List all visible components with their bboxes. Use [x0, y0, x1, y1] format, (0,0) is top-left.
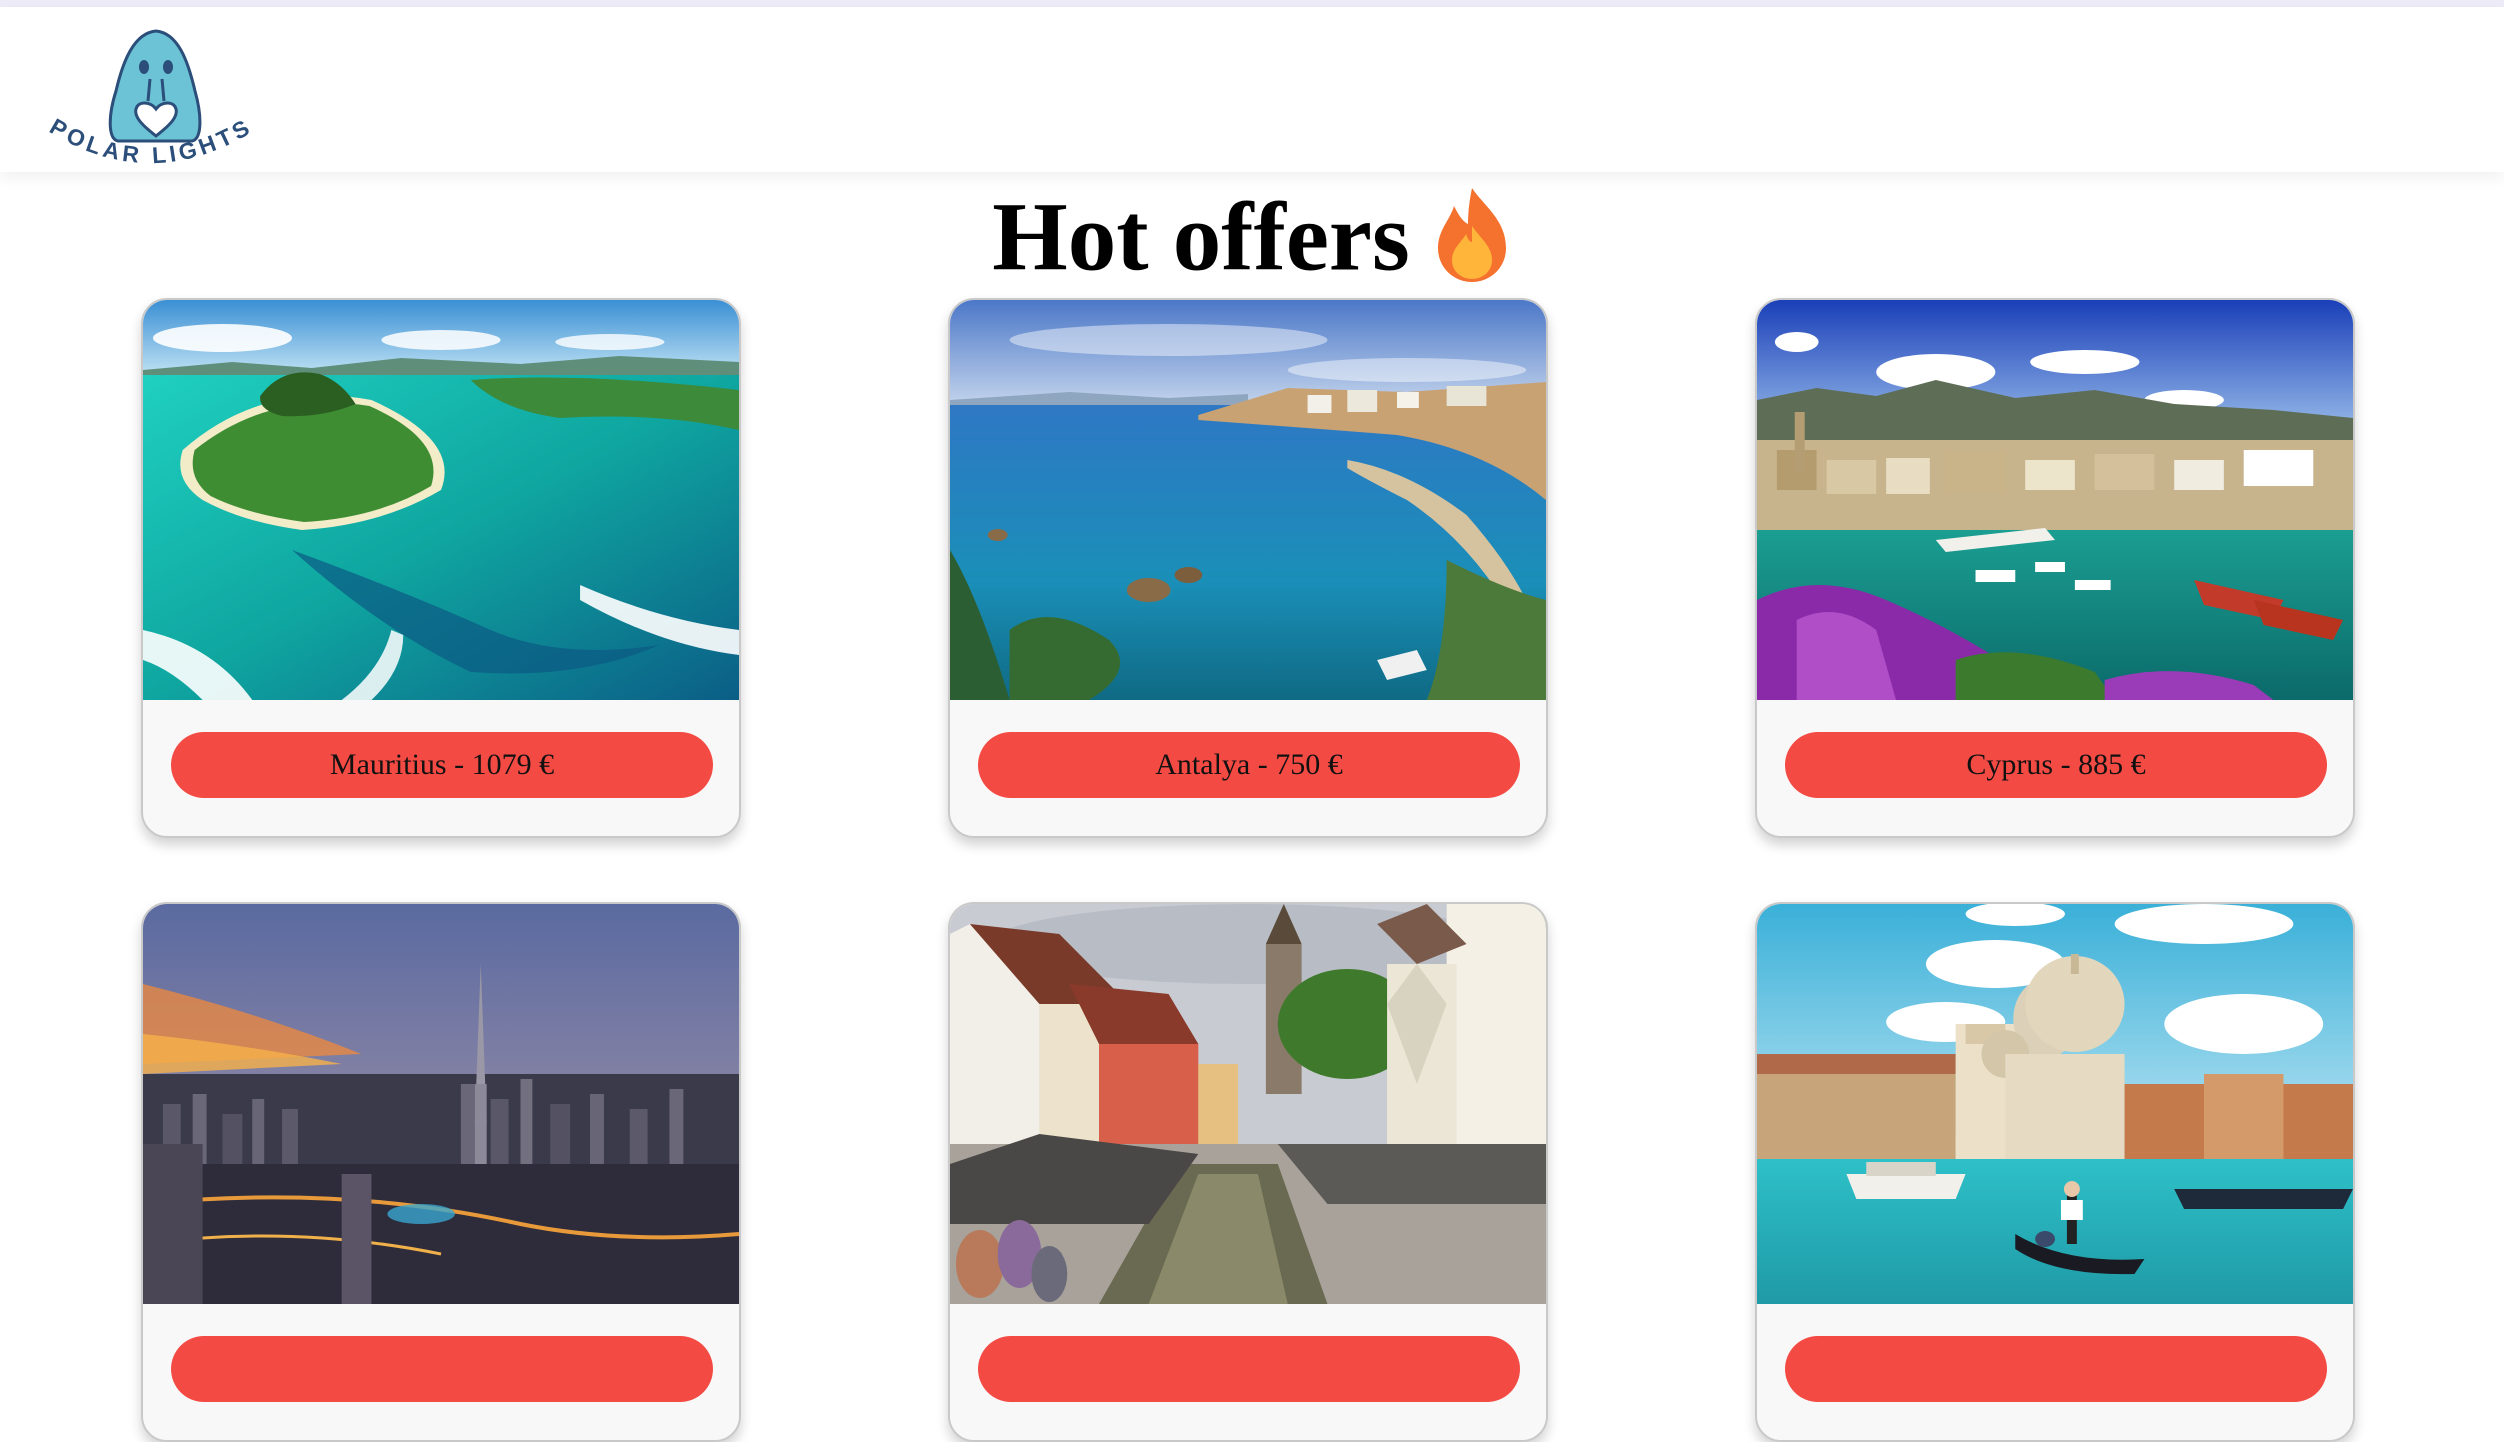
site-header: POLAR LIGHTS — [0, 7, 2504, 172]
fire-icon — [1432, 184, 1512, 284]
antalya-coast-photo[interactable] — [950, 300, 1546, 700]
page-title-text: Hot offers — [992, 183, 1410, 291]
offer-card[interactable]: Cyprus - 885 € — [1755, 298, 2355, 838]
venice-gondola-photo[interactable] — [1757, 904, 2353, 1304]
offer-button[interactable] — [978, 1336, 1520, 1402]
offer-button[interactable]: Antalya - 750 € — [978, 732, 1520, 798]
offer-button[interactable]: Cyprus - 885 € — [1785, 732, 2327, 798]
offer-card[interactable]: Antalya - 750 € — [948, 298, 1548, 838]
offer-card[interactable]: Mauritius - 1079 € — [141, 298, 741, 838]
mauritius-island-aerial-photo[interactable] — [143, 300, 739, 700]
offer-button[interactable] — [1785, 1336, 2327, 1402]
page-title: Hot offers — [0, 172, 2504, 291]
offer-button[interactable]: Mauritius - 1079 € — [171, 732, 713, 798]
offer-card[interactable] — [948, 902, 1548, 1442]
offer-button[interactable] — [171, 1336, 713, 1402]
brand-logo[interactable]: POLAR LIGHTS — [38, 21, 273, 181]
offer-card[interactable] — [1755, 902, 2355, 1442]
walrus-heart-logo-icon — [108, 29, 202, 143]
european-canal-town-photo[interactable] — [950, 904, 1546, 1304]
dubai-skyline-photo[interactable] — [143, 904, 739, 1304]
cyprus-harbor-photo[interactable] — [1757, 300, 2353, 700]
offer-card[interactable] — [141, 902, 741, 1442]
